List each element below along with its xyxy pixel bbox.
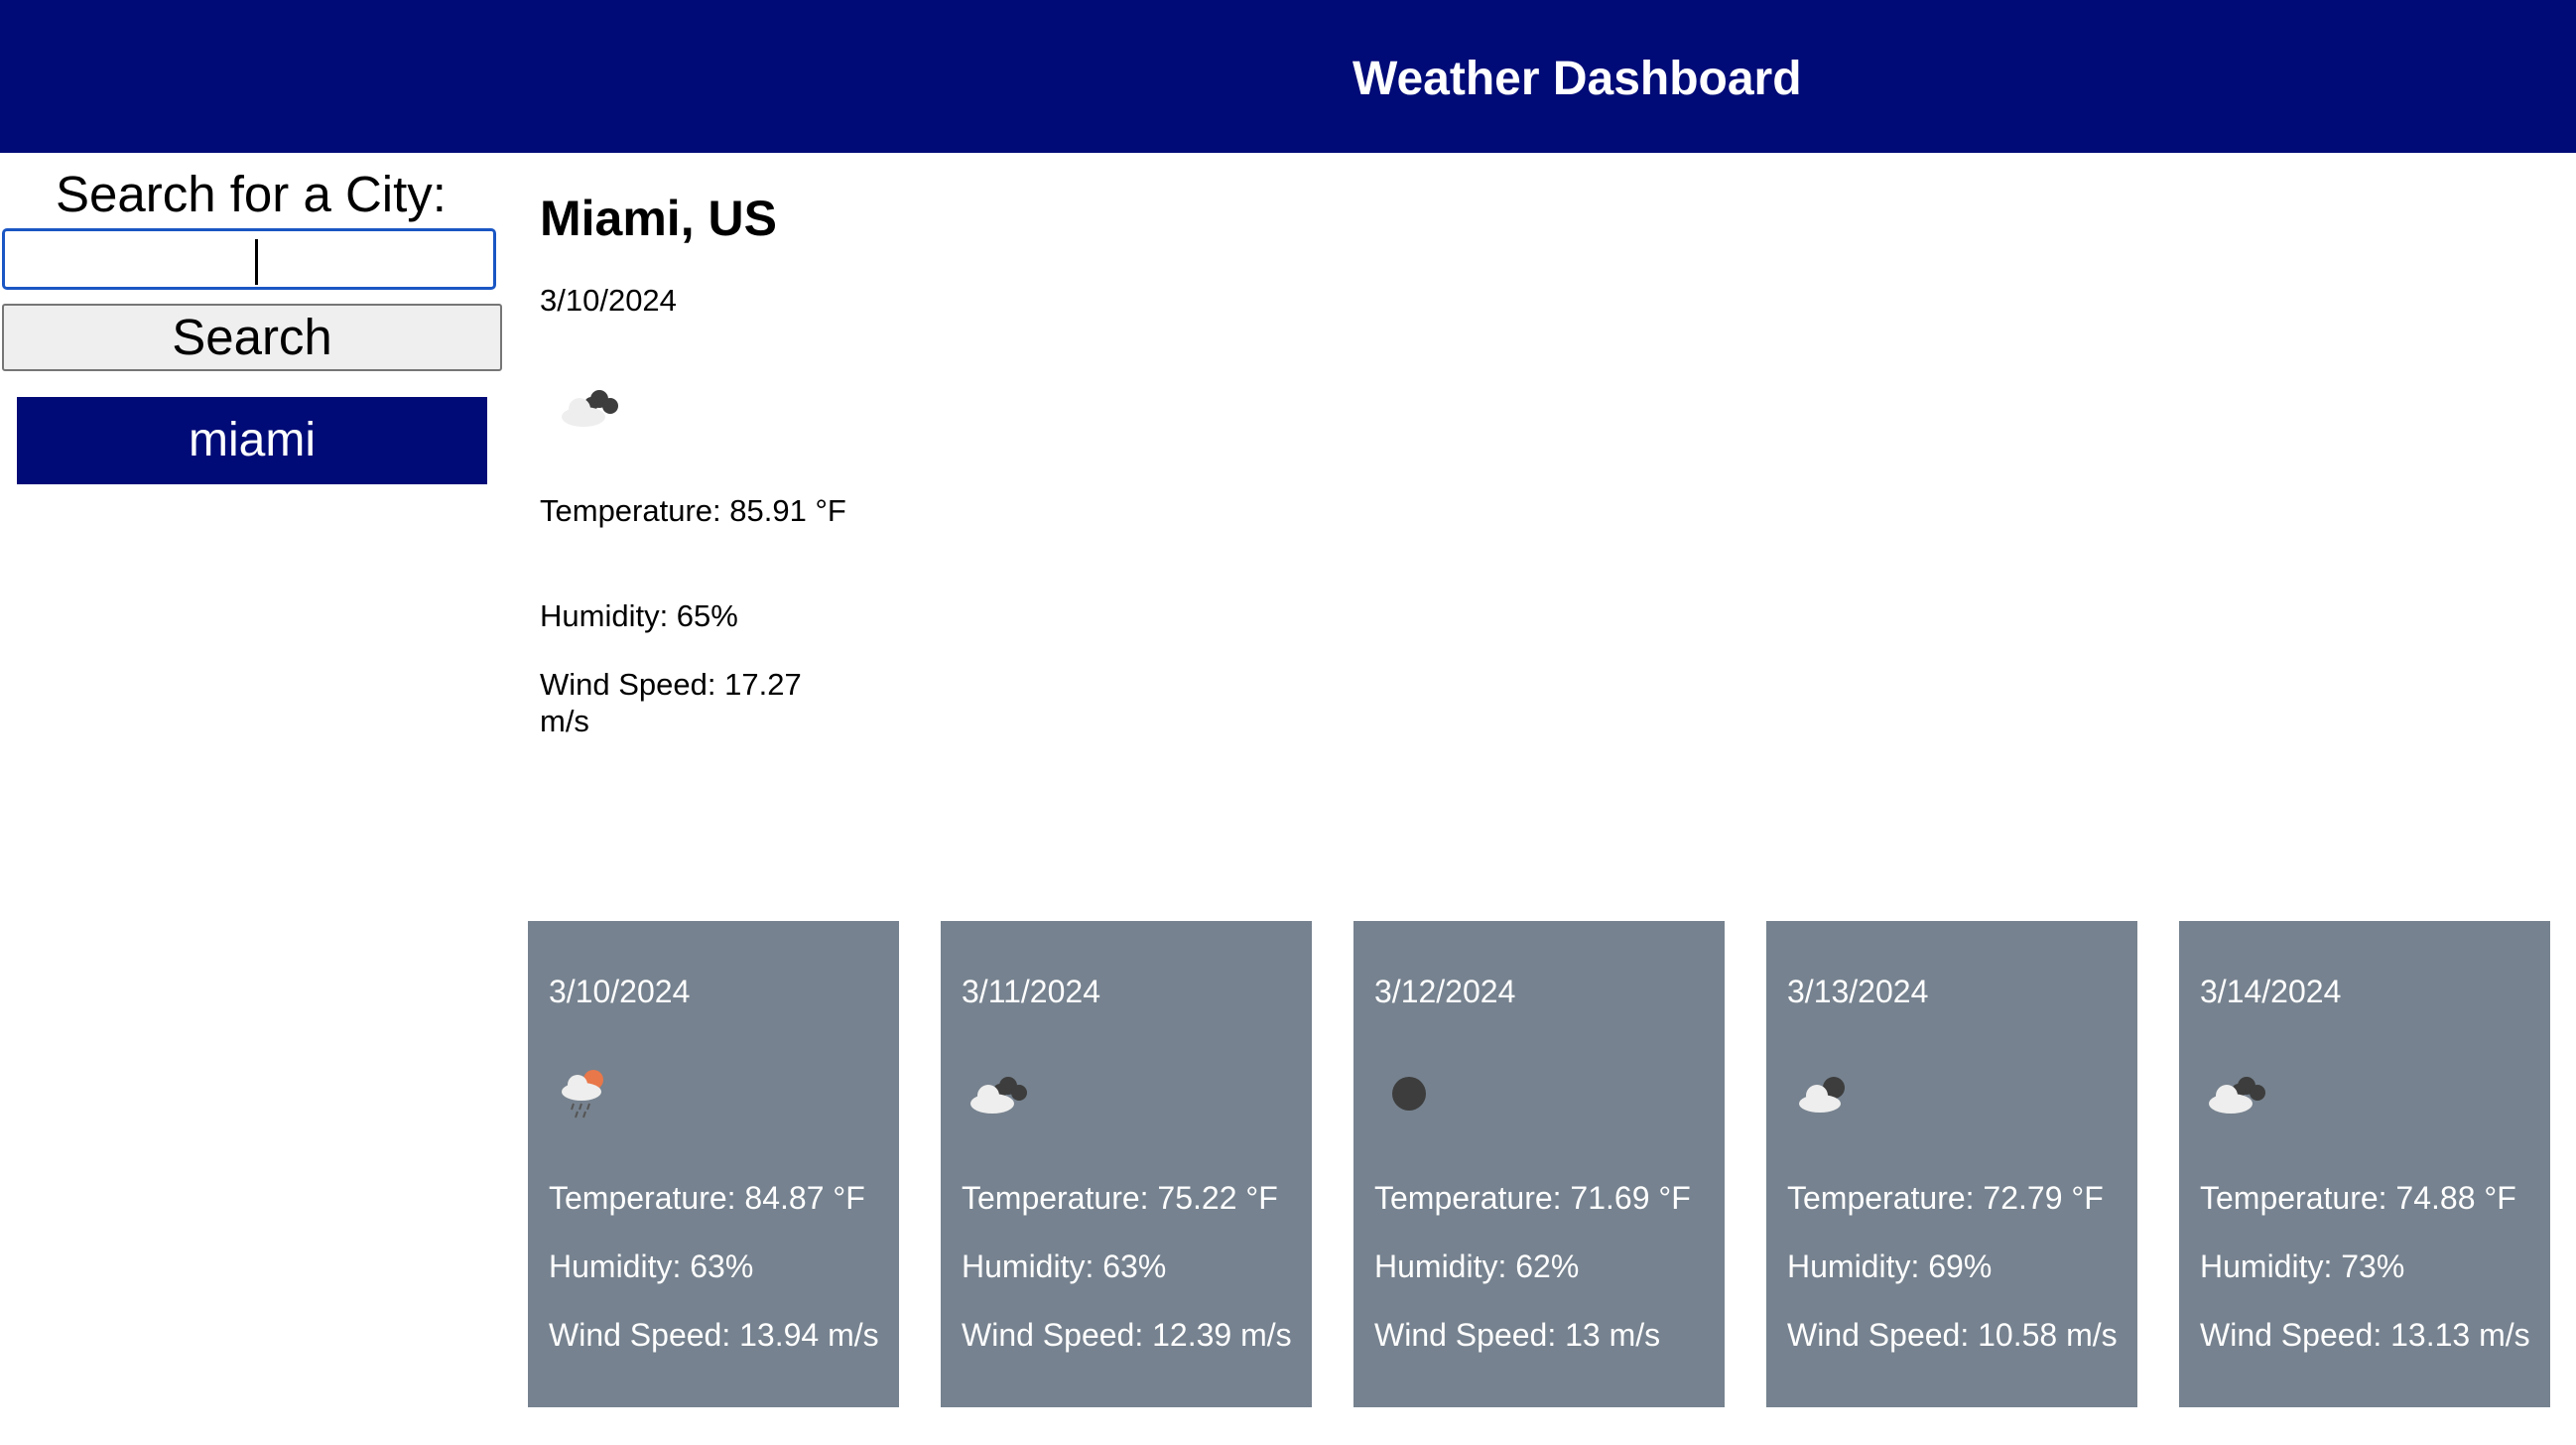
search-label: Search for a City: xyxy=(56,166,447,222)
forecast-card: 3/13/2024 Temperature: 72.79 °F Humidity… xyxy=(1766,921,2137,1407)
forecast-humidity: Humidity: 69% xyxy=(1787,1248,1993,1284)
forecast-temperature: Temperature: 72.79 °F xyxy=(1787,1180,2104,1216)
city-search-input[interactable] xyxy=(2,228,496,290)
forecast-wind-speed: Wind Speed: 10.58 m/s xyxy=(1787,1317,2118,1353)
forecast-date: 3/14/2024 xyxy=(2200,974,2342,1009)
forecast-wind-speed: Wind Speed: 13.13 m/s xyxy=(2200,1317,2530,1353)
forecast-humidity: Humidity: 73% xyxy=(2200,1248,2405,1284)
forecast-wind-speed: Wind Speed: 12.39 m/s xyxy=(962,1317,1292,1353)
text-caret xyxy=(255,239,258,285)
forecast-humidity: Humidity: 62% xyxy=(1374,1248,1580,1284)
current-humidity: Humidity: 65% xyxy=(540,598,738,633)
forecast-card: 3/14/2024 Temperature: 74.88 °F Humidity… xyxy=(2179,921,2550,1407)
cloudy-icon xyxy=(562,390,618,427)
forecast-card: 3/11/2024 Temperature: 75.22 °F Humidity… xyxy=(941,921,1312,1407)
forecast-wind-speed: Wind Speed: 13 m/s xyxy=(1374,1317,1661,1353)
forecast-wind-speed: Wind Speed: 13.94 m/s xyxy=(549,1317,879,1353)
forecast-temperature: Temperature: 71.69 °F xyxy=(1374,1180,1691,1216)
current-temperature: Temperature: 85.91 °F xyxy=(540,493,846,528)
forecast-date: 3/11/2024 xyxy=(962,974,1100,1009)
cloudy-icon xyxy=(970,1077,1027,1114)
forecast-card: 3/12/2024 Temperature: 71.69 °F Humidity… xyxy=(1353,921,1725,1407)
forecast-humidity: Humidity: 63% xyxy=(962,1248,1167,1284)
current-wind-speed: Wind Speed: 17.27 m/s xyxy=(540,667,802,738)
forecast-card: 3/10/2024 Temperature: 84.87 °F Humidity… xyxy=(528,921,899,1407)
current-date: 3/10/2024 xyxy=(540,283,677,318)
forecast-date: 3/12/2024 xyxy=(1374,974,1516,1009)
page-title: Weather Dashboard xyxy=(1352,53,1802,105)
partly-cloudy-night-icon xyxy=(1799,1077,1845,1113)
clear-night-icon xyxy=(1392,1077,1426,1111)
history-item-miami[interactable]: miami xyxy=(17,397,487,484)
rain-sun-cloud-icon xyxy=(562,1070,603,1118)
cloudy-icon xyxy=(2209,1077,2265,1114)
search-button[interactable]: Search xyxy=(2,304,502,371)
forecast-temperature: Temperature: 75.22 °F xyxy=(962,1180,1278,1216)
app-header: Weather Dashboard xyxy=(0,0,2576,153)
forecast-date: 3/10/2024 xyxy=(549,974,691,1009)
forecast-humidity: Humidity: 63% xyxy=(549,1248,754,1284)
forecast-date: 3/13/2024 xyxy=(1787,974,1929,1009)
forecast-temperature: Temperature: 74.88 °F xyxy=(2200,1180,2516,1216)
current-city-title: Miami, US xyxy=(540,191,777,246)
forecast-temperature: Temperature: 84.87 °F xyxy=(549,1180,865,1216)
